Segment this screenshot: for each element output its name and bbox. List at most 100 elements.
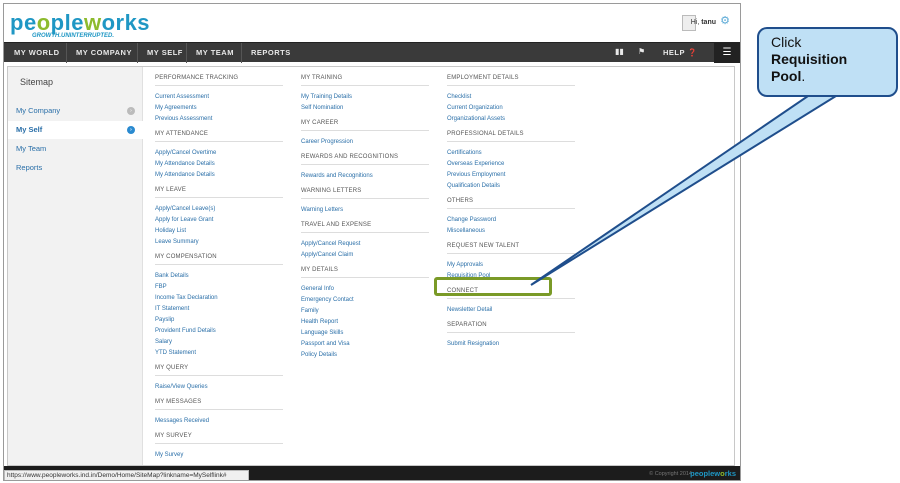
callout-bubble: Click Requisition Pool. — [757, 27, 898, 97]
sitemap-link[interactable]: General Info — [301, 286, 334, 292]
section-heading: SEPARATION — [447, 322, 487, 328]
sitemap-link[interactable]: Current Assessment — [155, 94, 209, 100]
sitemap-link[interactable]: Family — [301, 308, 319, 314]
section-divider — [155, 141, 283, 142]
sitemap-link[interactable]: My Approvals — [447, 262, 483, 268]
sidebar-item-reports[interactable]: Reports — [8, 159, 143, 177]
section-heading: MY COMPENSATION — [155, 254, 217, 260]
sitemap-link[interactable]: Provident Fund Details — [155, 328, 216, 334]
sidebar-item-my-self[interactable]: My Self › — [8, 121, 143, 139]
sidebar-item-my-company[interactable]: My Company › — [8, 102, 143, 120]
section-heading: TRAVEL AND EXPENSE — [301, 222, 372, 228]
section-divider — [155, 264, 283, 265]
section-divider — [301, 85, 429, 86]
sitemap-link[interactable]: Policy Details — [301, 352, 337, 358]
sitemap-link[interactable]: Emergency Contact — [301, 297, 354, 303]
arrow-icon: › — [127, 126, 135, 134]
sitemap-link[interactable]: Apply for Leave Grant — [155, 217, 213, 223]
sitemap-link[interactable]: Holiday List — [155, 228, 186, 234]
section-divider — [447, 298, 575, 299]
section-heading: MY SURVEY — [155, 433, 192, 439]
sitemap-link[interactable]: Self Nomination — [301, 105, 343, 111]
sitemap-link[interactable]: My Attendance Details — [155, 172, 215, 178]
sitemap-link[interactable]: Previous Employment — [447, 172, 505, 178]
sitemap-link[interactable]: Language Skills — [301, 330, 343, 336]
sitemap-link[interactable]: IT Statement — [155, 306, 189, 312]
sitemap-link[interactable]: Certifications — [447, 150, 482, 156]
section-heading: WARNING LETTERS — [301, 188, 362, 194]
help-button[interactable]: HELP ❓ — [663, 48, 697, 57]
flag-icon[interactable]: ⚑ — [638, 47, 645, 56]
arrow-icon: › — [127, 107, 135, 115]
sitemap-link[interactable]: Overseas Experience — [447, 161, 504, 167]
sitemap-sidebar: Sitemap My Company › My Self › My Team Rep… — [8, 67, 143, 465]
sitemap-link[interactable]: Raise/View Queries — [155, 384, 208, 390]
top-header: peopleworks GROWTH.UNINTERRUPTED. Hi, ta… — [4, 4, 740, 42]
main-nav: MY WORLD MY COMPANY MY SELF MY TEAM REPO… — [4, 42, 740, 63]
nav-reports[interactable]: REPORTS — [251, 48, 291, 57]
section-divider — [155, 375, 283, 376]
footer-logo: peopleworks — [690, 469, 736, 478]
sitemap-link[interactable]: Income Tax Declaration — [155, 295, 218, 301]
nav-my-company[interactable]: MY COMPANY — [76, 48, 132, 57]
nav-divider — [186, 43, 187, 63]
sitemap-link[interactable]: Previous Assessment — [155, 116, 212, 122]
nav-my-self[interactable]: MY SELF — [147, 48, 183, 57]
sitemap-link[interactable]: Change Password — [447, 217, 496, 223]
sitemap-title: Sitemap — [20, 77, 54, 87]
section-heading: MY MESSAGES — [155, 399, 202, 405]
nav-my-world[interactable]: MY WORLD — [14, 48, 60, 57]
section-heading: MY ATTENDANCE — [155, 131, 209, 137]
requisition-pool-highlight — [434, 277, 552, 296]
section-divider — [447, 85, 575, 86]
sitemap-link[interactable]: Apply/Cancel Leave(s) — [155, 206, 215, 212]
sitemap-link[interactable]: Apply/Cancel Request — [301, 241, 360, 247]
section-divider — [447, 332, 575, 333]
section-heading: PERFORMANCE TRACKING — [155, 75, 239, 81]
sitemap-link[interactable]: Checklist — [447, 94, 471, 100]
section-divider — [155, 443, 283, 444]
sitemap-link[interactable]: My Training Details — [301, 94, 352, 100]
user-greeting: Hi, tanu — [690, 19, 716, 26]
sidebar-item-my-team[interactable]: My Team — [8, 140, 143, 158]
sitemap-link[interactable]: Health Report — [301, 319, 338, 325]
sitemap-panel: Sitemap My Company › My Self › My Team Rep… — [7, 66, 735, 466]
section-heading: REQUEST NEW TALENT — [447, 243, 520, 249]
sitemap-link[interactable]: Leave Summary — [155, 239, 199, 245]
sitemap-link[interactable]: Warning Letters — [301, 207, 343, 213]
sitemap-link[interactable]: Current Organization — [447, 105, 503, 111]
gear-icon[interactable]: ⚙ — [720, 14, 730, 27]
sitemap-link[interactable]: Newsletter Detail — [447, 307, 492, 313]
sitemap-link[interactable]: Apply/Cancel Claim — [301, 252, 353, 258]
section-divider — [447, 208, 575, 209]
sitemap-link[interactable]: YTD Statement — [155, 350, 196, 356]
sitemap-link[interactable]: Payslip — [155, 317, 174, 323]
sitemap-link[interactable]: Rewards and Recognitions — [301, 173, 373, 179]
sitemap-link[interactable]: My Survey — [155, 452, 183, 458]
sitemap-link[interactable]: Qualification Details — [447, 183, 500, 189]
copyright-text: © Copyright 2014 — [649, 471, 692, 477]
section-divider — [155, 197, 283, 198]
nav-my-team[interactable]: MY TEAM — [196, 48, 234, 57]
sitemap-link[interactable]: Career Progression — [301, 139, 353, 145]
section-divider — [155, 85, 283, 86]
sitemap-link[interactable]: My Attendance Details — [155, 161, 215, 167]
sitemap-link[interactable]: Passport and Visa — [301, 341, 350, 347]
nav-divider — [241, 43, 242, 63]
sitemap-link[interactable]: Organizational Assets — [447, 116, 505, 122]
nav-divider — [66, 43, 67, 63]
sitemap-link[interactable]: Submit Resignation — [447, 341, 499, 347]
section-heading: REWARDS AND RECOGNITIONS — [301, 154, 399, 160]
sitemap-link[interactable]: FBP — [155, 284, 167, 290]
menu-toggle-icon[interactable]: ☰ — [714, 43, 740, 63]
sitemap-link[interactable]: Messages Received — [155, 418, 209, 424]
sitemap-link[interactable]: Bank Details — [155, 273, 189, 279]
sitemap-link[interactable]: Miscellaneous — [447, 228, 485, 234]
sitemap-link[interactable]: My Agreements — [155, 105, 197, 111]
section-heading: MY CAREER — [301, 120, 339, 126]
peopleworks-logo[interactable]: peopleworks GROWTH.UNINTERRUPTED. — [10, 10, 150, 39]
sitemap-link[interactable]: Apply/Cancel Overtime — [155, 150, 216, 156]
book-icon[interactable]: ▮▮ — [615, 47, 624, 56]
sitemap-link[interactable]: Salary — [155, 339, 172, 345]
section-heading: MY TRAINING — [301, 75, 343, 81]
